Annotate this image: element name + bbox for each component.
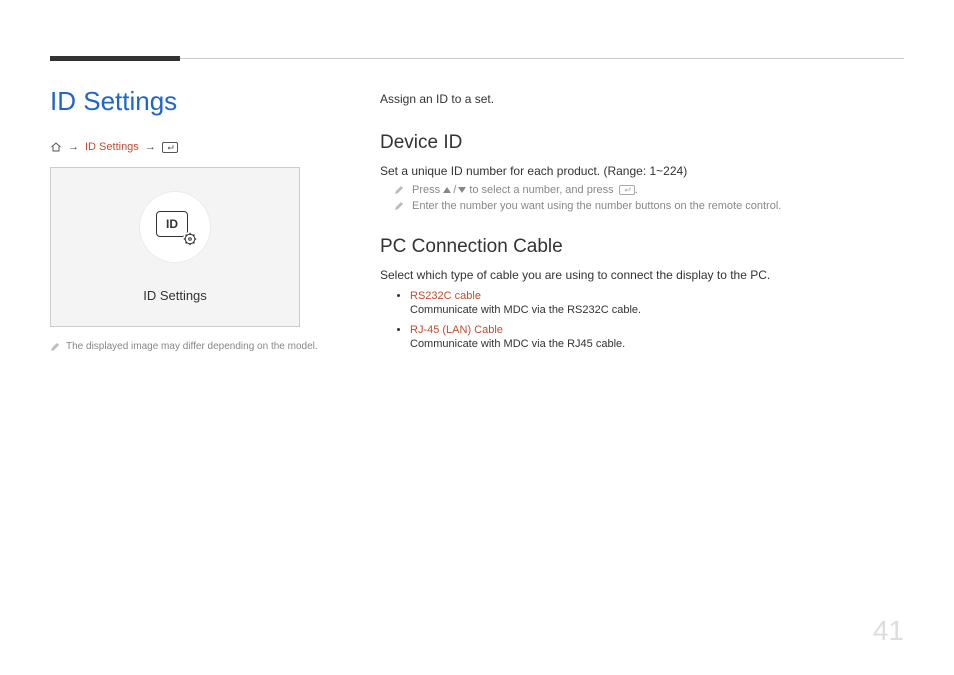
- breadcrumb-arrow: →: [68, 141, 79, 153]
- note-text: Press / to select a number, and press .: [412, 184, 638, 196]
- device-id-desc: Set a unique ID number for each product.…: [380, 164, 904, 178]
- pc-connection-section: PC Connection Cable Select which type of…: [380, 236, 904, 350]
- image-disclaimer-text: The displayed image may differ depending…: [66, 341, 318, 352]
- right-column: Assign an ID to a set. Device ID Set a u…: [380, 86, 904, 358]
- pencil-icon: [394, 201, 404, 211]
- pc-connection-heading: PC Connection Cable: [380, 236, 904, 258]
- home-icon: [50, 141, 62, 153]
- list-item: RJ-45 (LAN) Cable Communicate with MDC v…: [410, 324, 904, 350]
- page-title: ID Settings: [50, 86, 340, 117]
- gear-icon: [182, 231, 198, 247]
- breadcrumb-arrow: →: [145, 141, 156, 153]
- enter-icon: [619, 185, 635, 195]
- intro-text: Assign an ID to a set.: [380, 92, 904, 106]
- page-number: 41: [873, 615, 904, 647]
- option-desc: Communicate with MDC via the RS232C cabl…: [410, 304, 641, 316]
- pencil-icon: [50, 342, 60, 352]
- image-disclaimer: The displayed image may differ depending…: [50, 341, 340, 352]
- device-id-note-2: Enter the number you want using the numb…: [394, 200, 904, 212]
- option-title: RS232C cable: [410, 290, 904, 302]
- id-settings-icon: ID: [156, 211, 194, 243]
- preview-caption: ID Settings: [143, 288, 207, 303]
- header-accent: [50, 56, 180, 61]
- option-title: RJ-45 (LAN) Cable: [410, 324, 904, 336]
- device-id-note-1: Press / to select a number, and press .: [394, 184, 904, 196]
- page-layout: ID Settings → ID Settings → ID: [50, 50, 904, 358]
- preview-circle: ID: [140, 192, 210, 262]
- pencil-icon: [394, 185, 404, 195]
- device-id-heading: Device ID: [380, 132, 904, 154]
- cable-options-list: RS232C cable Communicate with MDC via th…: [380, 290, 904, 350]
- left-column: ID Settings → ID Settings → ID: [50, 86, 340, 358]
- pc-connection-desc: Select which type of cable you are using…: [380, 268, 904, 282]
- option-desc: Communicate with MDC via the RJ45 cable.: [410, 338, 625, 350]
- down-arrow-icon: [458, 187, 466, 193]
- preview-tile: ID ID Settings: [50, 167, 300, 327]
- breadcrumb: → ID Settings →: [50, 141, 340, 153]
- breadcrumb-link: ID Settings: [85, 141, 139, 153]
- list-item: RS232C cable Communicate with MDC via th…: [410, 290, 904, 316]
- up-arrow-icon: [443, 187, 451, 193]
- enter-icon: [162, 142, 178, 153]
- note-text: Enter the number you want using the numb…: [412, 200, 781, 212]
